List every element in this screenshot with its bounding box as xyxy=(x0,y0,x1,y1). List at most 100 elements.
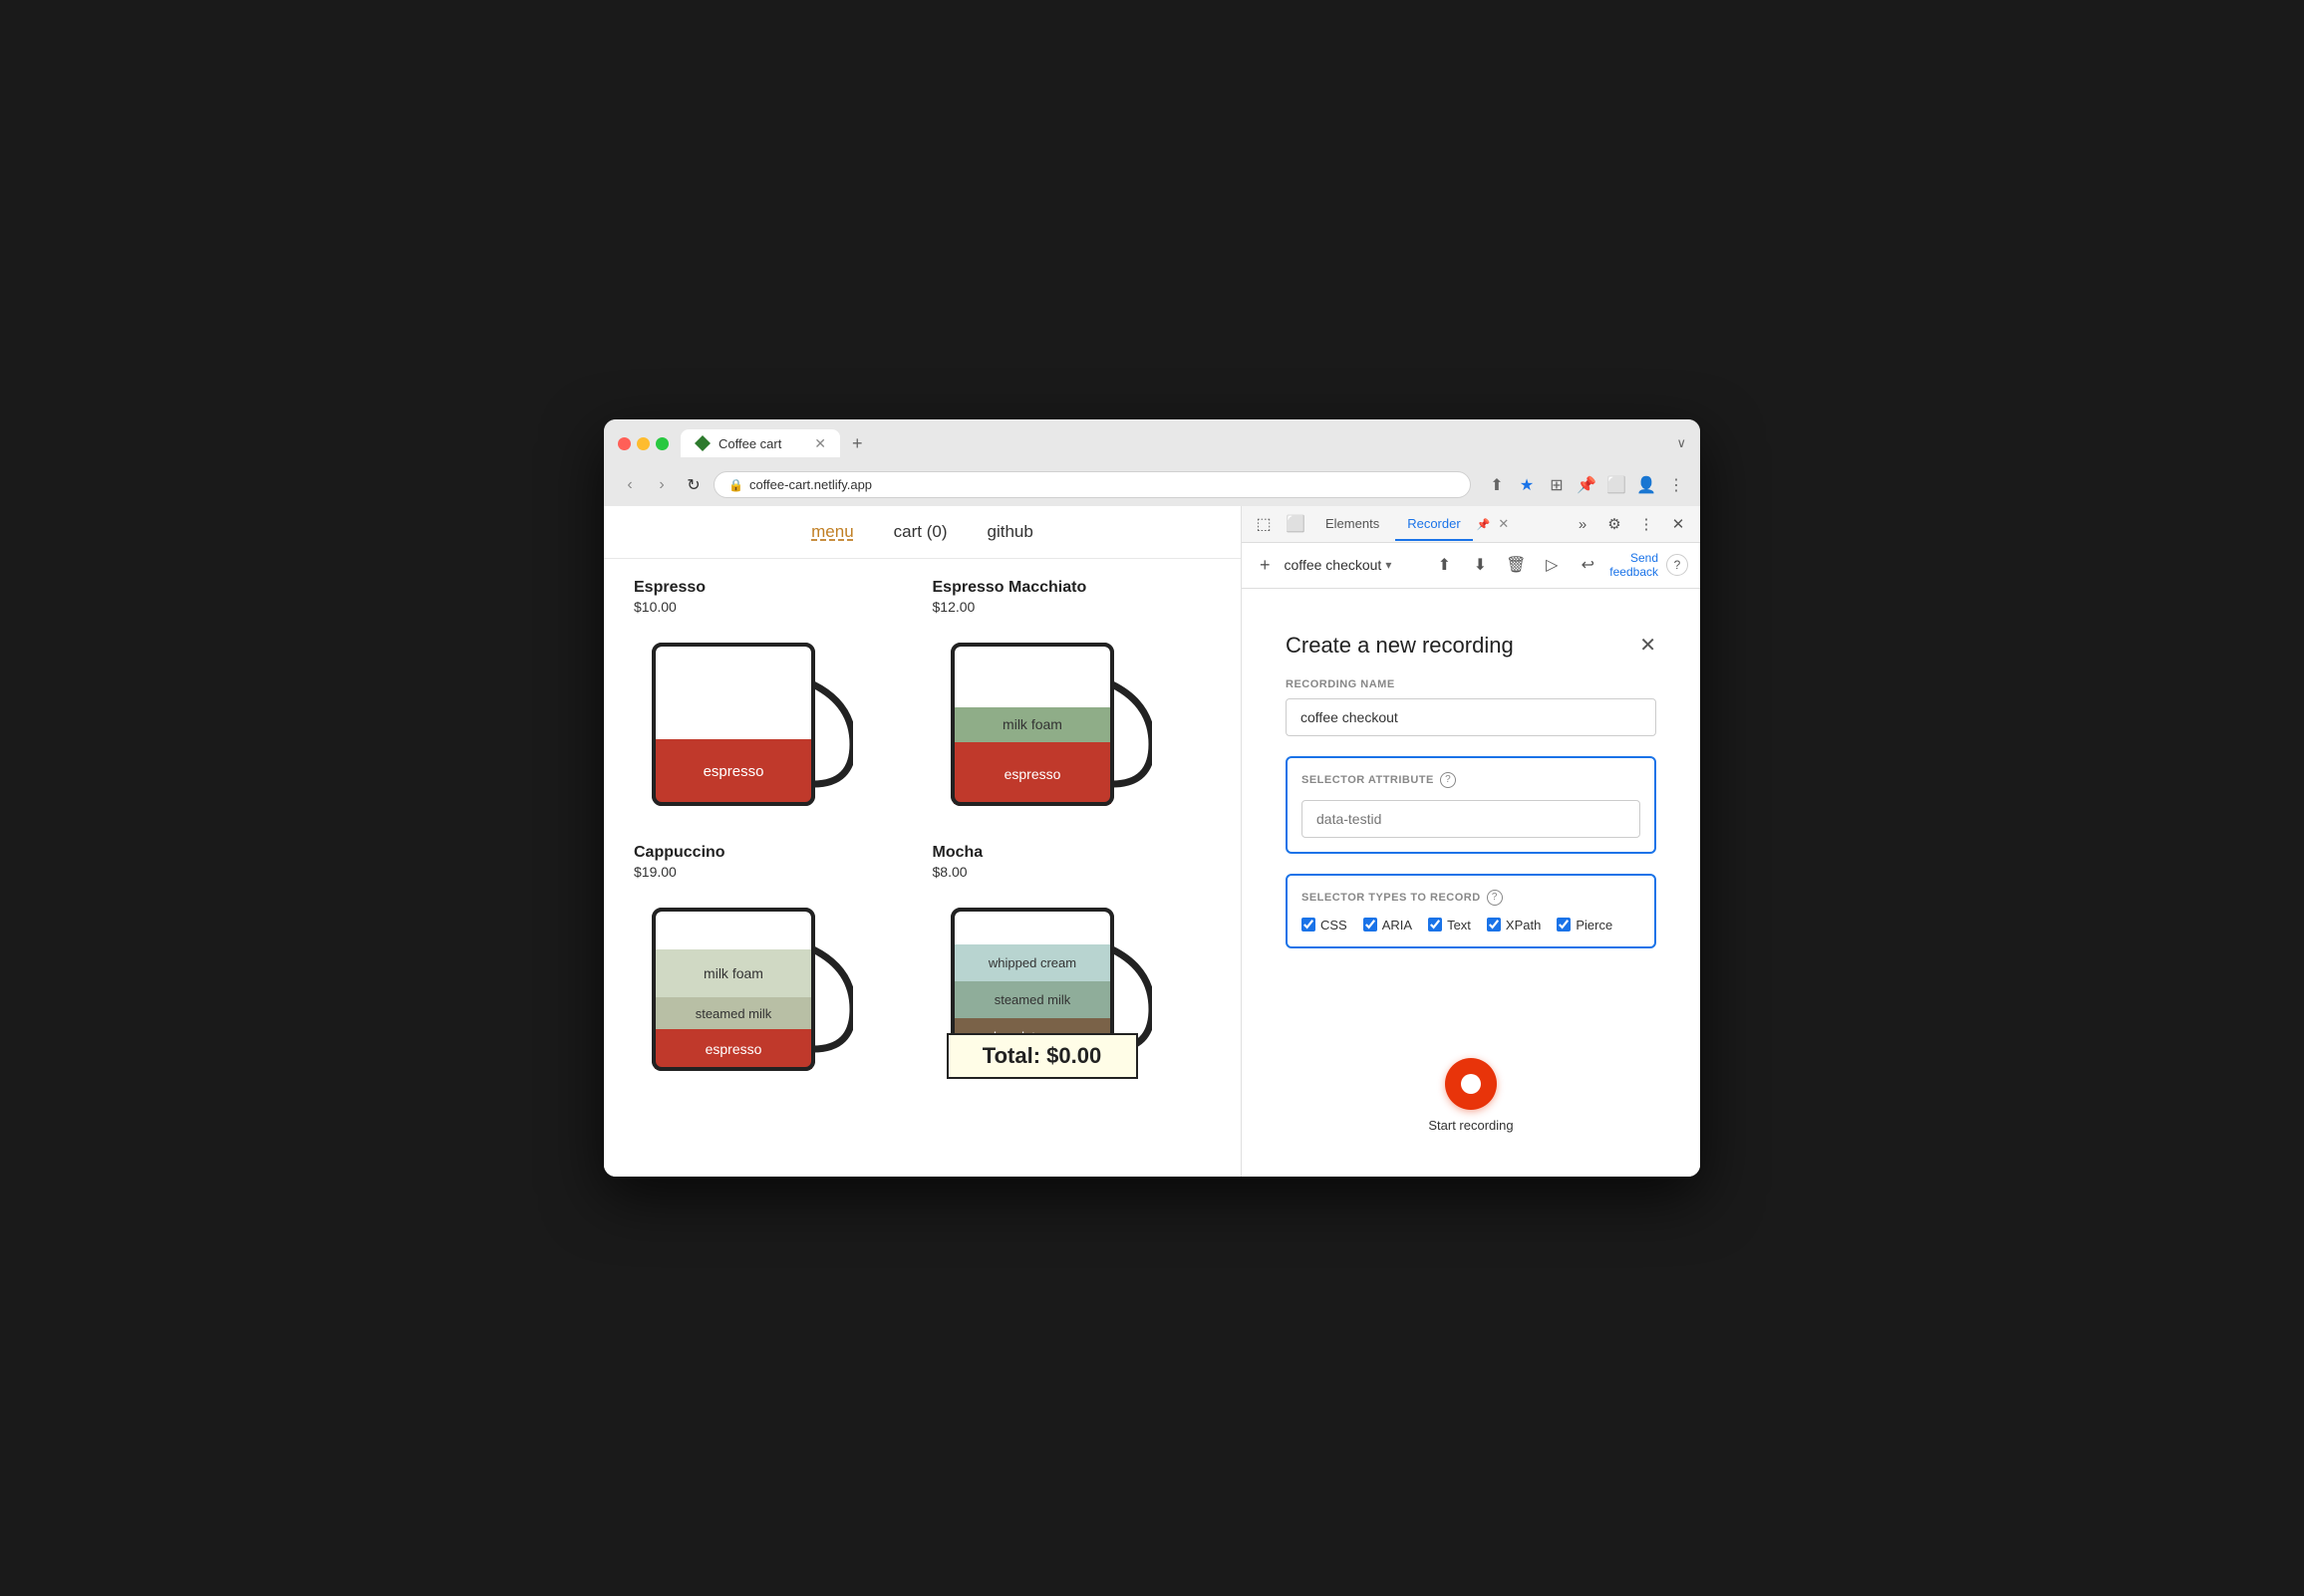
svg-text:espresso: espresso xyxy=(1004,766,1060,782)
bookmark-star-icon[interactable]: ★ xyxy=(1517,475,1537,495)
devtools-device-icon[interactable]: ⬜ xyxy=(1282,506,1309,542)
recorder-help-button[interactable]: ? xyxy=(1666,554,1688,576)
nav-cart[interactable]: cart (0) xyxy=(894,522,948,542)
selector-types-label: SELECTOR TYPES TO RECORD xyxy=(1301,892,1481,904)
recording-name-input[interactable] xyxy=(1286,698,1656,736)
recorder-tab-close-icon[interactable]: ✕ xyxy=(1494,516,1513,532)
recording-name-text: coffee checkout xyxy=(1285,557,1382,573)
maximize-window-button[interactable] xyxy=(656,437,669,450)
replay-button[interactable]: ▷ xyxy=(1538,551,1566,579)
add-recording-button[interactable]: + xyxy=(1254,553,1277,578)
selector-attribute-label-row: SELECTOR ATTRIBUTE ? xyxy=(1301,772,1640,788)
devtools-tab-elements[interactable]: Elements xyxy=(1313,508,1391,541)
product-card-espresso: Espresso $10.00 espresso xyxy=(634,579,913,824)
browser-tab[interactable]: Coffee cart ✕ xyxy=(681,429,840,457)
svg-text:espresso: espresso xyxy=(704,763,764,780)
export-button[interactable]: ⬆ xyxy=(1430,551,1458,579)
selector-attribute-box: SELECTOR ATTRIBUTE ? xyxy=(1286,756,1656,854)
address-input[interactable]: 🔒 coffee-cart.netlify.app xyxy=(714,471,1471,498)
pierce-checkbox[interactable] xyxy=(1557,918,1571,931)
svg-text:milk foam: milk foam xyxy=(1003,716,1062,732)
svg-text:whipped cream: whipped cream xyxy=(987,955,1075,970)
new-tab-button[interactable]: + xyxy=(844,433,871,454)
profile-icon[interactable]: 👤 xyxy=(1636,475,1656,495)
devtools-more-chevron-icon[interactable]: » xyxy=(1569,510,1596,538)
site-nav: menu cart (0) github xyxy=(604,506,1241,559)
selector-attribute-help-icon[interactable]: ? xyxy=(1440,772,1456,788)
toolbar-icons: ⬆ ★ ⊞ 📌 ⬜ 👤 ⋮ xyxy=(1487,475,1686,495)
start-recording-button[interactable] xyxy=(1445,1058,1497,1110)
selector-attribute-label: SELECTOR ATTRIBUTE xyxy=(1301,774,1434,786)
back-button[interactable]: ‹ xyxy=(618,473,642,497)
url-text: coffee-cart.netlify.app xyxy=(749,477,872,492)
pin-icon[interactable]: 📌 xyxy=(1577,475,1596,495)
checkbox-text[interactable]: Text xyxy=(1428,918,1471,932)
aria-checkbox[interactable] xyxy=(1363,918,1377,931)
tabs-bar: Coffee cart ✕ + ∨ xyxy=(681,429,1686,457)
mug-espresso[interactable]: espresso xyxy=(634,625,853,824)
tab-favicon-icon xyxy=(695,435,711,451)
delete-recording-button[interactable]: 🗑 xyxy=(1502,551,1530,579)
reload-button[interactable]: ↻ xyxy=(682,473,706,497)
forward-button[interactable]: › xyxy=(650,473,674,497)
devtools-cursor-icon[interactable]: ⬚ xyxy=(1250,506,1278,542)
product-card-cappuccino: Cappuccino $19.00 espresso steamed milk xyxy=(634,844,913,1089)
devtools-tab-recorder[interactable]: Recorder xyxy=(1395,508,1472,541)
website-panel: menu cart (0) github Espresso $10.00 xyxy=(604,506,1242,1177)
tab-close-icon[interactable]: ✕ xyxy=(814,436,826,450)
recording-name-label: RECORDING NAME xyxy=(1286,678,1656,690)
selector-attribute-input[interactable] xyxy=(1301,800,1640,838)
devtools-close-icon[interactable]: ✕ xyxy=(1664,510,1692,538)
checkbox-pierce[interactable]: Pierce xyxy=(1557,918,1612,932)
product-card-macchiato: Espresso Macchiato $12.00 espresso milk … xyxy=(933,579,1212,824)
checkbox-xpath[interactable]: XPath xyxy=(1487,918,1541,932)
select-arrow-icon: ▾ xyxy=(1385,558,1391,572)
tab-bar-right: ∨ xyxy=(1676,435,1686,451)
mug-macchiato[interactable]: espresso milk foam xyxy=(933,625,1152,824)
nav-github[interactable]: github xyxy=(988,522,1033,542)
total-overlay: Total: $0.00 xyxy=(947,1033,1138,1079)
tab-strip-icon[interactable]: ⬜ xyxy=(1606,475,1626,495)
devtools-more-options: » ⚙ ⋮ ✕ xyxy=(1569,510,1692,538)
text-checkbox[interactable] xyxy=(1428,918,1442,931)
devtools-settings-icon[interactable]: ⚙ xyxy=(1600,510,1628,538)
extensions-puzzle-icon[interactable]: ⊞ xyxy=(1547,475,1567,495)
svg-text:steamed milk: steamed milk xyxy=(696,1006,772,1021)
xpath-label: XPath xyxy=(1506,918,1541,932)
recording-name-select[interactable]: coffee checkout ▾ xyxy=(1285,557,1423,573)
close-window-button[interactable] xyxy=(618,437,631,450)
xpath-checkbox[interactable] xyxy=(1487,918,1501,931)
modal-header: Create a new recording ✕ xyxy=(1286,633,1656,659)
checkbox-css[interactable]: CSS xyxy=(1301,918,1347,932)
product-name-mocha: Mocha xyxy=(933,844,1212,862)
menu-icon[interactable]: ⋮ xyxy=(1666,475,1686,495)
selector-types-help-icon[interactable]: ? xyxy=(1487,890,1503,906)
main-content: menu cart (0) github Espresso $10.00 xyxy=(604,506,1700,1177)
checkboxes-row: CSS ARIA Text xyxy=(1301,918,1640,932)
devtools-kebab-menu-icon[interactable]: ⋮ xyxy=(1632,510,1660,538)
product-name-macchiato: Espresso Macchiato xyxy=(933,579,1212,597)
checkbox-aria[interactable]: ARIA xyxy=(1363,918,1412,932)
traffic-lights xyxy=(618,437,669,450)
share-icon[interactable]: ⬆ xyxy=(1487,475,1507,495)
slow-replay-button[interactable]: ↩ xyxy=(1574,551,1601,579)
selector-types-box: SELECTOR TYPES TO RECORD ? CSS ARIA xyxy=(1286,874,1656,948)
modal-title: Create a new recording xyxy=(1286,633,1514,659)
recorder-toolbar: + coffee checkout ▾ ⬆ ⬇ 🗑 ▷ ↩ Sendfeedba… xyxy=(1242,543,1700,589)
recording-name-group: RECORDING NAME xyxy=(1286,678,1656,736)
svg-text:steamed milk: steamed milk xyxy=(994,992,1070,1007)
product-price-macchiato: $12.00 xyxy=(933,599,1212,615)
css-checkbox[interactable] xyxy=(1301,918,1315,931)
import-button[interactable]: ⬇ xyxy=(1466,551,1494,579)
address-bar: ‹ › ↻ 🔒 coffee-cart.netlify.app ⬆ ★ ⊞ 📌 … xyxy=(604,465,1700,506)
text-label: Text xyxy=(1447,918,1471,932)
minimize-window-button[interactable] xyxy=(637,437,650,450)
nav-menu[interactable]: menu xyxy=(811,522,854,542)
mug-cappuccino[interactable]: espresso steamed milk milk foam xyxy=(634,890,853,1089)
modal-area: Create a new recording ✕ RECORDING NAME … xyxy=(1242,589,1700,1177)
start-recording-section: Start recording xyxy=(1286,1042,1656,1133)
lock-icon: 🔒 xyxy=(728,478,743,492)
title-bar: Coffee cart ✕ + ∨ xyxy=(604,419,1700,465)
send-feedback-link[interactable]: Sendfeedback xyxy=(1609,551,1658,580)
modal-close-button[interactable]: ✕ xyxy=(1639,633,1656,658)
